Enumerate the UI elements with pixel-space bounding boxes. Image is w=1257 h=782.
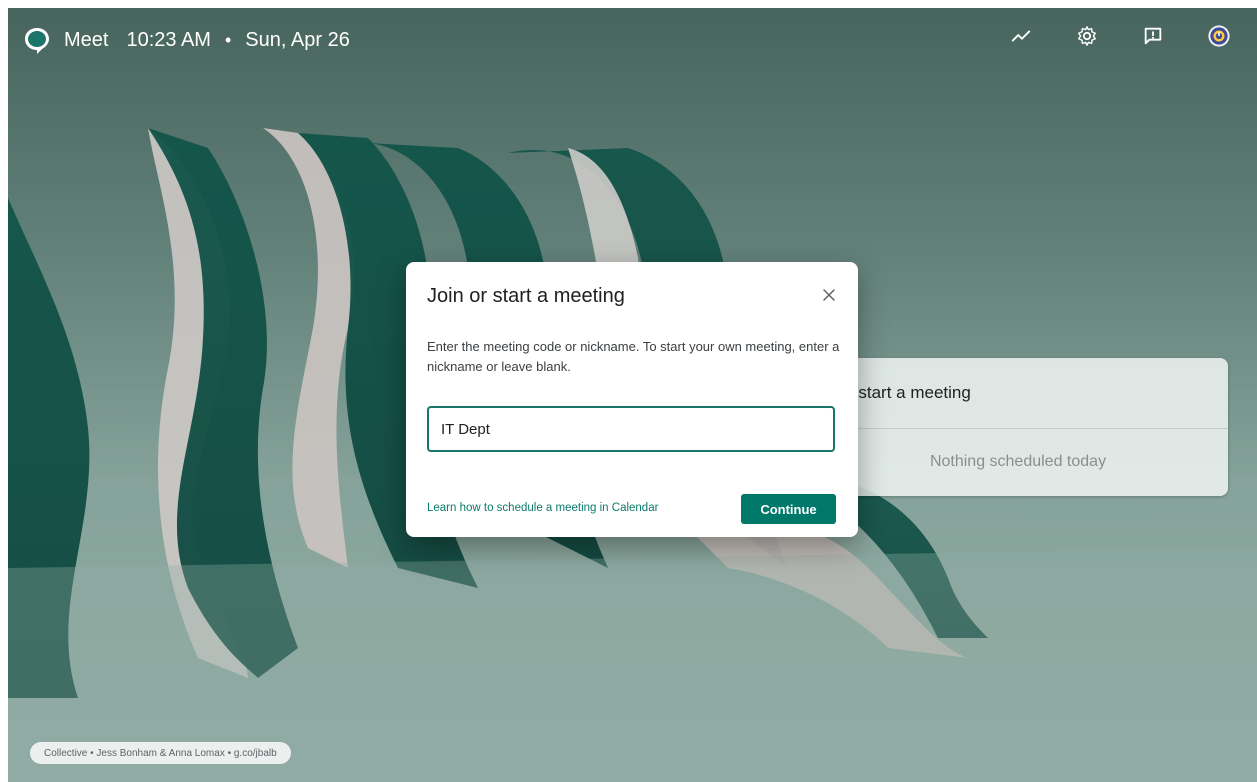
continue-button[interactable]: Continue bbox=[741, 494, 836, 524]
wallpaper-credit: Collective • Jess Bonham & Anna Lomax • … bbox=[30, 742, 291, 764]
learn-schedule-link[interactable]: Learn how to schedule a meeting in Calen… bbox=[427, 502, 658, 514]
feedback-icon[interactable] bbox=[1139, 22, 1167, 50]
trending-icon[interactable] bbox=[1007, 22, 1035, 50]
dialog-title: Join or start a meeting bbox=[427, 285, 625, 307]
close-icon[interactable] bbox=[816, 282, 842, 308]
background-stage: Meet 10:23 AM • Sun, Apr 26 r start a me… bbox=[8, 8, 1257, 782]
settings-gear-icon[interactable] bbox=[1073, 22, 1101, 50]
current-time: 10:23 AM bbox=[126, 28, 211, 51]
separator-dot: • bbox=[224, 29, 232, 50]
toolbar-icons bbox=[1007, 22, 1233, 50]
dialog-description: Enter the meeting code or nickname. To s… bbox=[427, 339, 840, 374]
join-meeting-dialog: Join or start a meeting Enter the meetin… bbox=[406, 262, 858, 537]
join-start-heading[interactable]: r start a meeting bbox=[808, 358, 1228, 429]
profile-avatar[interactable] bbox=[1205, 22, 1233, 50]
meet-logo-icon bbox=[25, 28, 49, 54]
meeting-code-input[interactable] bbox=[427, 406, 835, 452]
no-meetings-text: Nothing scheduled today bbox=[929, 453, 1107, 470]
app-name: Meet bbox=[64, 28, 109, 51]
top-bar: Meet 10:23 AM • Sun, Apr 26 bbox=[8, 8, 1257, 72]
meetings-panel: r start a meeting Nothing scheduled toda… bbox=[808, 358, 1228, 496]
current-date: Sun, Apr 26 bbox=[245, 28, 350, 51]
brand: Meet 10:23 AM • Sun, Apr 26 bbox=[22, 25, 350, 55]
